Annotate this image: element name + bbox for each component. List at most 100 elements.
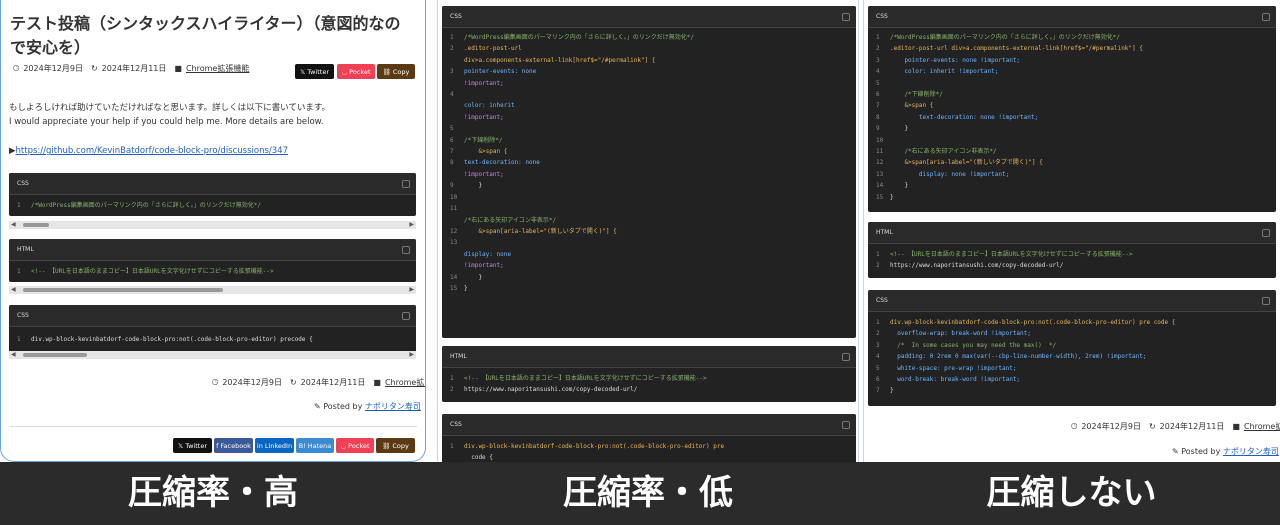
panel-no-compression: CSS 1/*WordPress編集画面のパーマリンク内の「さらに詳しく。」のリ… [863,0,1280,462]
copy-icon[interactable] [842,13,850,21]
code-line: 12 &>span[aria-label="(新しいタブで開く)"] { [876,159,1043,167]
code-line: 6 word-break: break-word !important; [876,376,1021,384]
code-line: 1 <!-- 【URLを日本語のままコピー】日本語URLを文字化けせずにコピーする… [450,375,707,382]
x-icon: 𝕏 [177,441,184,450]
copy-icon[interactable] [842,421,850,429]
code-block-header: CSS [9,305,416,327]
code-line: code { [464,454,493,462]
code-line: 4 [450,91,454,99]
code-line: 14 } [876,182,909,190]
pocket-share-button[interactable]: ◡ Pocket [336,438,374,453]
code-line: 2 overflow-wrap: break-word !important; [876,330,1031,338]
updated-date: 2024年12月11日 [101,64,167,73]
author-link[interactable]: ナポリタン寿司 [365,402,421,411]
code-line: 1 div.wp-block-kevinbatdorf-code-block-pr… [876,319,1176,326]
code-body: 1 div.wp-block-kevinbatdorf-code-block-pr… [868,312,1276,400]
code-block-css: CSS 1 div.wp-block-kevinbatdorf-code-bloc… [868,290,1276,406]
linkedin-icon: in [256,441,263,450]
code-line: 4 padding: 0 2rem 0 max(var(--cbp-line-n… [876,353,1147,361]
code-line: 2 https://www.naporitansushi.com/copy-dec… [450,386,638,394]
clock-icon: 🕓︎ [212,377,219,387]
facebook-icon: f [216,441,219,450]
code-block-header: HTML [868,222,1276,244]
code-block-html: HTML 1 <!-- 【URLを日本語のままコピー】日本語URLを文字化けせずに… [442,346,856,402]
code-line: 10 [450,193,458,201]
code-body: 1 <!-- 【URLを日本語のままコピー】日本語URLを文字化けせずにコピーする… [17,268,274,275]
code-line: /*右にある矢印アイコン非表示*/ [464,216,557,224]
refresh-icon: ↻ [1148,422,1156,431]
hatena-share-button[interactable]: B! Hatena [296,438,334,453]
copy-icon[interactable] [402,180,410,188]
author-link[interactable]: ナポリタン寿司 [1223,447,1279,456]
code-line: 3 /* In some cases you may need the max(… [876,341,1057,349]
code-line: 9 } [876,125,909,133]
pocket-icon: ◡ [340,441,347,450]
horizontal-scrollbar[interactable]: ◀ ▶ [9,351,416,359]
code-block-header: HTML [442,346,856,368]
code-line: !important; [464,170,504,178]
copy-share-button[interactable]: ⛓︎ Copy [376,438,415,453]
code-line: 1/*WordPress編集画面のパーマリンク内の「さらに詳しく。」のリンクだけ… [876,34,1120,41]
refresh-icon: ↻ [90,64,98,73]
code-block-header: CSS [9,173,416,195]
code-line: 9 } [450,182,483,190]
copy-icon[interactable] [1262,13,1270,21]
facebook-share-button[interactable]: f Facebook [214,438,253,453]
pen-icon: ✎ [314,402,321,411]
copy-share-button[interactable]: ⛓︎ Copy [377,64,415,79]
panel-low-compression: CSS 1/*WordPress編集画面のパーマリンク内の「さらに詳しく。」のリ… [437,0,859,462]
code-block-css: CSS 1 div.wp-block-kevinbatdorf-code-bloc… [9,305,416,353]
code-line: 11 /*右にある矢印アイコン非表示*/ [876,148,997,156]
code-block-header: CSS [442,414,856,436]
code-block-css: CSS 1 div.wp-block-kevinbatdorf-code-bloc… [442,414,856,462]
code-body: 1 div.wp-block-kevinbatdorf-code-block-pr… [17,336,313,343]
code-line: div>a.components-external-link[href$="/#… [464,56,656,64]
category-link[interactable]: Chrome拡張機能 [186,63,249,74]
copy-icon[interactable] [1262,297,1270,305]
discussion-link[interactable]: https://github.com/KevinBatdorf/code-blo… [16,146,288,156]
folder-icon: ■ [174,64,182,73]
code-line: display: none [464,250,511,258]
code-line: 2 .editor-post-url [450,45,522,53]
category-link[interactable]: Chrome拡張機能 [385,377,425,388]
post-title: テスト投稿（シンタックスハイライター）（意図的なので安心を） [10,14,401,57]
code-line: 5 white-space: pre-wrap !important; [876,364,1017,372]
copy-icon[interactable] [402,246,410,254]
code-line: 2 .editor-post-url div>a.components-exter… [876,45,1143,53]
category-link[interactable]: Chrome拡張機能 [1244,421,1280,432]
code-block-header: CSS [868,290,1276,312]
body-text-ja: もしよろしければ助けていただければなと思います。詳しくは以下に書いています。 [9,103,331,113]
horizontal-scrollbar[interactable]: ◀ ▶ [9,221,416,229]
code-line: 4 color: inherit !important; [876,68,999,76]
code-line: 15} [450,284,468,292]
caption-low: 圧縮率・低 [563,473,733,513]
copy-icon[interactable] [842,353,850,361]
twitter-share-button[interactable]: 𝕏 Twitter [295,64,334,79]
code-body: 1/*WordPress編集画面のパーマリンク内の「さらに詳しく。」のリンクだけ… [442,28,856,297]
code-line: 6 /*下線削除*/ [876,91,943,99]
code-line: 12 &>span[aria-label="(新しいタブで開く)"] { [450,227,617,235]
twitter-share-button[interactable]: 𝕏 Twitter [173,438,212,453]
posted-by: ✎ Posted by ナポリタン寿司 [314,402,421,411]
code-line: 7 &>span { [450,148,508,156]
pocket-icon: ◡ [341,67,348,76]
discussion-link-row: ▶https://github.com/KevinBatdorf/code-bl… [9,146,288,156]
link-icon: ⛓︎ [382,67,391,76]
code-body: 1 <!-- 【URLを日本語のままコピー】日本語URLを文字化けせずにコピーする… [442,368,856,402]
code-line: 15} [876,193,894,201]
pocket-share-button[interactable]: ◡ Pocket [337,64,375,79]
code-block-html: HTML 1 <!-- 【URLを日本語のままコピー】日本語URLを文字化けせずに… [9,239,416,283]
horizontal-scrollbar[interactable]: ◀ ▶ [9,286,416,294]
code-line: 1 div.wp-block-kevinbatdorf-code-block-pr… [450,443,725,450]
code-line: !important; [464,262,504,270]
code-body: 1 <!-- 【URLを日本語のままコピー】日本語URLを文字化けせずにコピーする… [868,244,1276,278]
copy-icon[interactable] [1262,229,1270,237]
hatena-icon: B! [298,441,306,450]
code-line: 2 https://www.naporitansushi.com/copy-dec… [876,262,1064,270]
copy-icon[interactable] [402,312,410,320]
post-meta: 🕓︎ 2024年12月9日 ↻ 2024年12月11日 ■ Chrome拡張機能 [13,63,249,74]
code-block-css: CSS 1/*WordPress編集画面のパーマリンク内の「さらに詳しく。」のリ… [442,6,856,338]
linkedin-share-button[interactable]: in LinkedIn [255,438,294,453]
code-line: 10 [876,136,884,144]
caption-bar: 圧縮率・高 圧縮率・低 圧縮しない [0,462,1280,525]
